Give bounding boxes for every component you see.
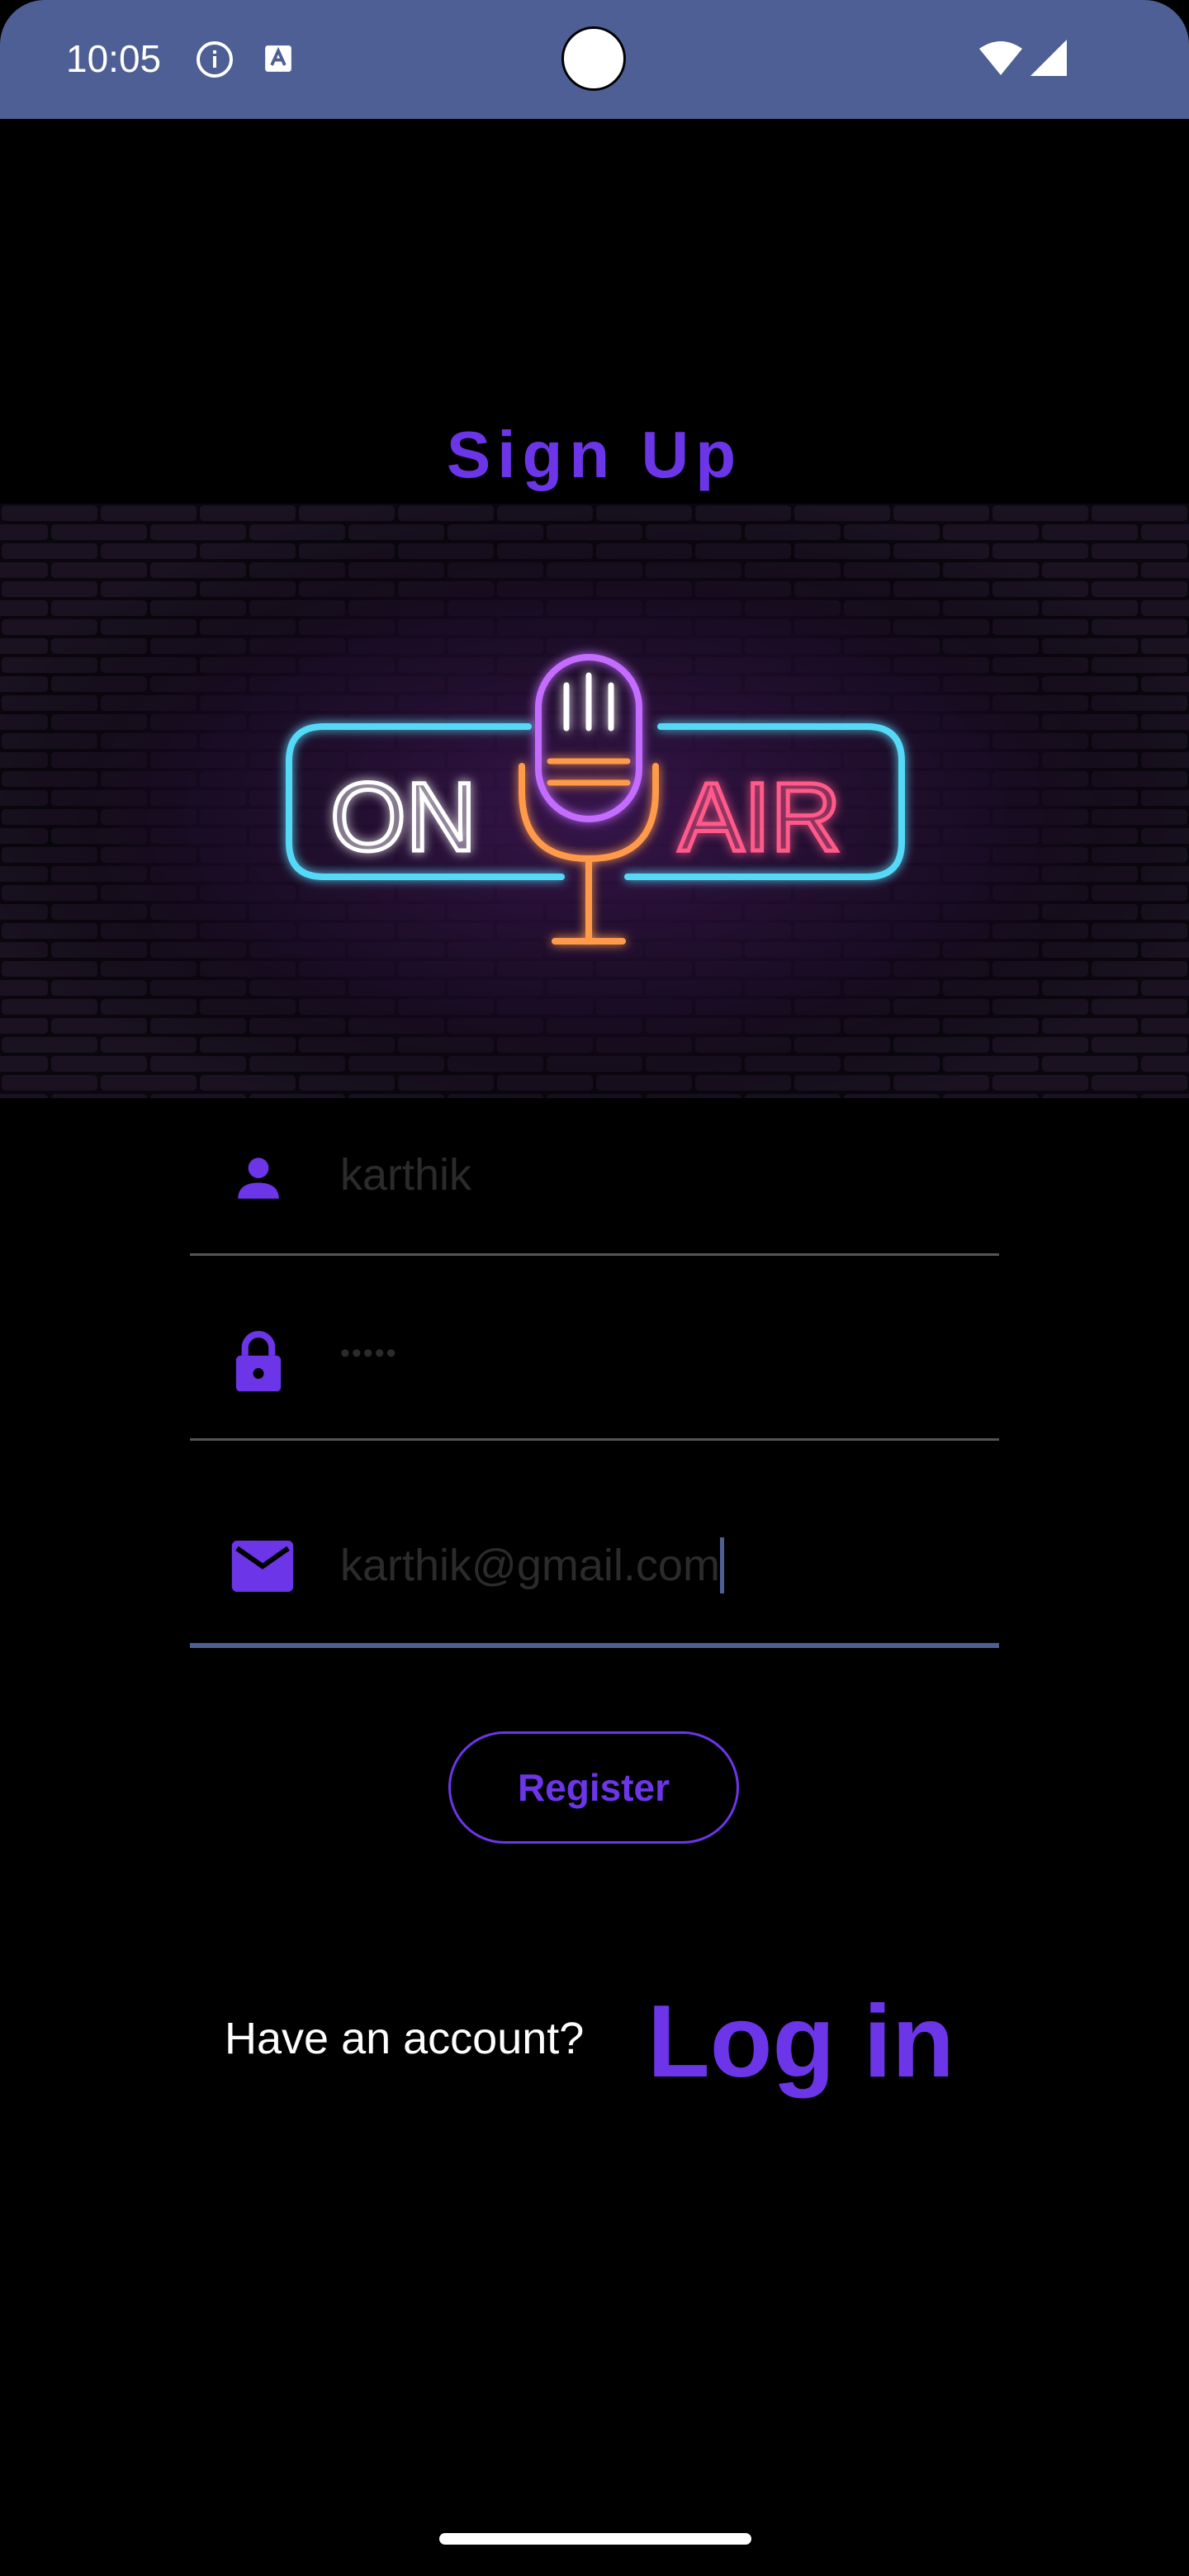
signal-icon	[1030, 40, 1067, 76]
username-field[interactable]	[190, 1131, 999, 1263]
username-input[interactable]	[340, 1149, 968, 1200]
status-time: 10:05	[66, 37, 162, 80]
username-underline	[190, 1253, 999, 1256]
email-underline	[190, 1643, 999, 1648]
password-field[interactable]: •••••	[190, 1316, 999, 1448]
lock-icon	[235, 1331, 282, 1392]
wifi-icon	[979, 41, 1022, 75]
login-link[interactable]: Log in	[647, 1983, 955, 2100]
register-button[interactable]: Register	[448, 1731, 739, 1844]
neon-air-text: AIR	[679, 763, 841, 872]
camera-cutout	[561, 26, 626, 91]
page-title: Sign Up	[446, 418, 743, 491]
email-field[interactable]: karthik@gmail.com	[190, 1519, 999, 1660]
password-input[interactable]: •••••	[340, 1338, 968, 1370]
a-icon	[265, 45, 291, 72]
email-value: karthik@gmail.com	[340, 1541, 720, 1590]
mail-icon	[231, 1541, 294, 1592]
info-icon	[197, 41, 233, 78]
neon-on-text: ON	[330, 763, 476, 872]
email-input[interactable]: karthik@gmail.com	[340, 1537, 968, 1593]
have-account-text: Have an account?	[225, 2014, 585, 2063]
home-indicator[interactable]	[439, 2533, 751, 2545]
on-air-neon-image: ON AIR	[0, 504, 1189, 1098]
status-bar: 10:05	[0, 0, 1189, 119]
person-icon	[238, 1158, 279, 1199]
password-underline	[190, 1438, 999, 1441]
text-cursor	[719, 1537, 724, 1593]
